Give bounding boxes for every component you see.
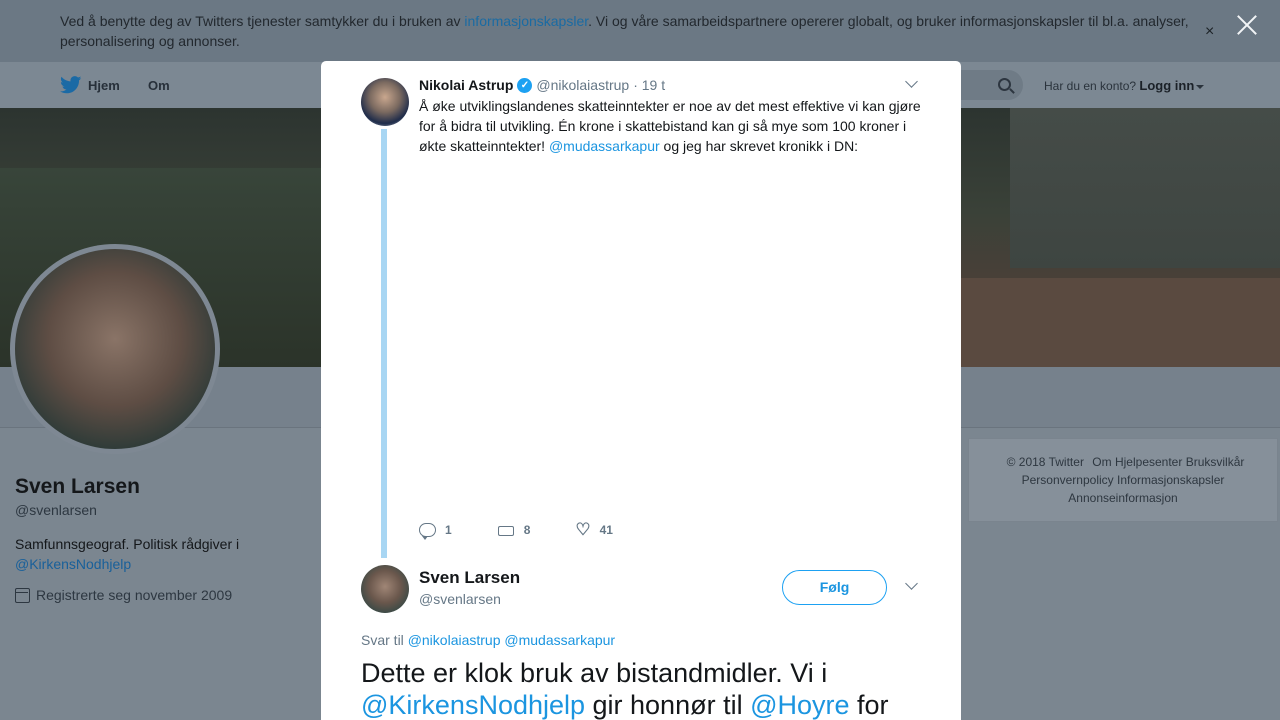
search-icon[interactable] (998, 78, 1011, 91)
tweet-modal: Nikolai Astrup ✓ @nikolaiastrup · 19 t Å… (321, 61, 961, 720)
footer-link-terms[interactable]: Bruksvilkår (1186, 455, 1245, 469)
profile-bio: Samfunnsgeograf. Politisk rådgiver i @Ki… (15, 534, 265, 574)
login-link[interactable]: Logg inn (1139, 78, 1205, 93)
banner-wall (1010, 108, 1280, 268)
reply-mention-1[interactable]: @nikolaiastrup (408, 632, 501, 648)
footer-link-ads-info[interactable]: Annonseinformasjon (1068, 491, 1177, 505)
reply-prefix: Svar til (361, 632, 404, 648)
profile-handle: @svenlarsen (15, 502, 97, 518)
follow-button[interactable]: Følg (782, 570, 887, 605)
tweet2-author-handle[interactable]: @svenlarsen (419, 591, 501, 607)
tweet2-text-part3: for (849, 690, 889, 720)
footer-link-privacy[interactable]: Personvernpolicy (1022, 473, 1114, 487)
footer-links: © 2018 Twitter Om Hjelpesenter Bruksvilk… (968, 438, 1278, 522)
profile-joined-text: Registrerte seg november 2009 (36, 587, 233, 603)
reply-action[interactable]: 1 (419, 523, 452, 540)
tweet2-mention-2[interactable]: @Hoyre (750, 690, 849, 720)
banner-road (960, 278, 1280, 367)
tweet2-author-name[interactable]: Sven Larsen (419, 568, 520, 588)
login-label: Logg inn (1139, 78, 1195, 93)
tweet1-author-name[interactable]: Nikolai Astrup (419, 77, 513, 93)
footer-row-2: Personvernpolicy Informasjonskapsler (969, 471, 1277, 489)
verified-badge-icon: ✓ (517, 77, 533, 93)
thread-line (381, 129, 387, 558)
tweet1-author-handle[interactable]: @nikolaiastrup (536, 77, 629, 93)
account-prompt: Har du en konto? (1044, 79, 1137, 93)
tweet1-header: Nikolai Astrup ✓ @nikolaiastrup · 19 t (419, 77, 665, 93)
cookie-text: Ved å benytte deg av Twitters tjenester … (60, 11, 1200, 51)
tweet2-text-part1: Dette er klok bruk av bistandmidler. Vi … (361, 658, 828, 688)
footer-copyright: © 2018 Twitter (1006, 455, 1084, 469)
footer-link-cookies[interactable]: Informasjonskapsler (1117, 473, 1224, 487)
like-count: 41 (599, 523, 613, 537)
profile-bio-text: Samfunnsgeograf. Politisk rådgiver i (15, 536, 240, 552)
tweet1-actions: 1 8 ♡ 41 (419, 520, 658, 540)
like-action[interactable]: ♡ 41 (575, 520, 613, 539)
cookie-close-icon[interactable]: × (1205, 22, 1214, 42)
cookie-info-link[interactable]: informasjonskapsler (464, 13, 588, 29)
nav-home-label: Hjem (88, 77, 120, 93)
nav-home-link[interactable]: Hjem (60, 76, 120, 94)
profile-avatar-image (15, 249, 215, 449)
chevron-down-icon (1196, 84, 1205, 89)
retweet-icon (497, 523, 515, 537)
retweet-action[interactable]: 8 (497, 523, 531, 537)
tweet1-avatar[interactable] (361, 78, 409, 126)
footer-link-about[interactable]: Om (1092, 455, 1111, 469)
tweet2-menu-chevron-icon[interactable] (905, 577, 918, 590)
bird-icon (60, 76, 82, 94)
tweet2-text: Dette er klok bruk av bistandmidler. Vi … (361, 657, 921, 720)
profile-name: Sven Larsen (15, 475, 140, 498)
retweet-count: 8 (523, 523, 531, 537)
footer-link-help[interactable]: Hjelpesenter (1115, 455, 1182, 469)
profile-bio-mention[interactable]: @KirkensNodhjelp (15, 556, 131, 572)
reply-mention-2[interactable]: @mudassarkapur (504, 632, 615, 648)
tweet1-text-after: og jeg har skrevet kronikk i DN: (659, 138, 859, 154)
reply-to-line: Svar til @nikolaiastrup @mudassarkapur (361, 632, 615, 648)
tweet1-timestamp[interactable]: · 19 t (633, 77, 665, 93)
reply-count: 1 (445, 523, 452, 537)
heart-icon: ♡ (575, 520, 591, 539)
reply-icon (419, 523, 436, 540)
tweet2-avatar[interactable] (361, 565, 409, 613)
cookie-text-before: Ved å benytte deg av Twitters tjenester … (60, 13, 465, 29)
footer-row-3: Annonseinformasjon (969, 489, 1277, 507)
account-area: Har du en konto? Logg inn (1044, 78, 1205, 93)
profile-avatar[interactable] (10, 244, 220, 454)
close-modal-icon[interactable] (1234, 12, 1260, 38)
tweet1-text: Å øke utviklingslandenes skatteinntekter… (419, 96, 929, 156)
nav-about-link[interactable]: Om (148, 78, 170, 93)
footer-row-1: © 2018 Twitter Om Hjelpesenter Bruksvilk… (969, 453, 1277, 471)
cookie-banner: Ved å benytte deg av Twitters tjenester … (0, 0, 1280, 62)
tweet1-mention[interactable]: @mudassarkapur (549, 138, 660, 154)
tweet1-menu-chevron-icon[interactable] (905, 75, 918, 88)
tweet2-text-part2: gir honnør til (585, 690, 751, 720)
tweet2-mention-1[interactable]: @KirkensNodhjelp (361, 690, 585, 720)
calendar-icon (15, 587, 30, 603)
profile-joined: Registrerte seg november 2009 (15, 587, 232, 603)
